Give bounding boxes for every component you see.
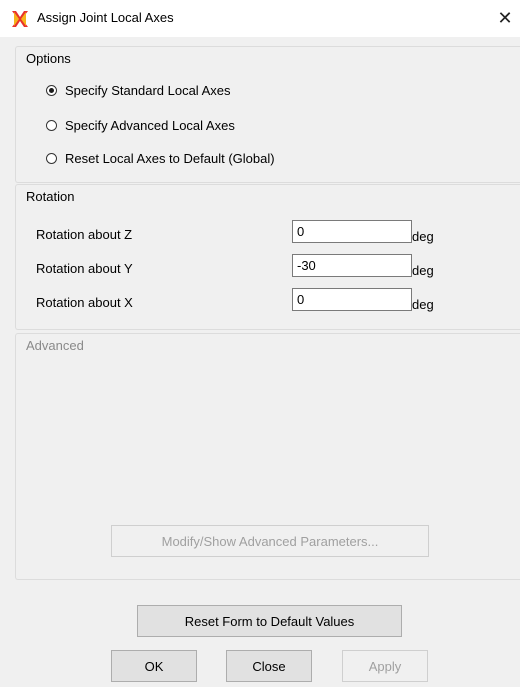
close-button[interactable]: Close <box>226 650 312 682</box>
app-logo-icon <box>12 11 28 27</box>
advanced-group: Advanced Modify/Show Advanced Parameters… <box>15 333 520 580</box>
close-window-button[interactable]: ✕ <box>494 6 516 30</box>
window-title: Assign Joint Local Axes <box>37 10 174 25</box>
radio-label: Specify Standard Local Axes <box>65 82 231 98</box>
rotation-y-input[interactable] <box>292 254 412 277</box>
advanced-group-label: Advanced <box>26 338 84 353</box>
title-bar: Assign Joint Local Axes ✕ <box>0 0 520 37</box>
rotation-group: Rotation Rotation about Z deg Rotation a… <box>15 184 520 330</box>
radio-reset-local-axes[interactable]: Reset Local Axes to Default (Global) <box>46 148 275 168</box>
modify-advanced-parameters-button[interactable]: Modify/Show Advanced Parameters... <box>111 525 429 557</box>
dialog-body: Options Specify Standard Local Axes Spec… <box>0 37 520 687</box>
radio-button[interactable] <box>46 119 57 131</box>
rotation-x-unit: deg <box>412 297 434 312</box>
ok-button[interactable]: OK <box>111 650 197 682</box>
radio-button-selected[interactable] <box>46 84 57 96</box>
radio-label: Reset Local Axes to Default (Global) <box>65 150 275 166</box>
rotation-z-unit: deg <box>412 229 434 244</box>
rotation-z-input[interactable] <box>292 220 412 243</box>
rotation-group-label: Rotation <box>26 189 75 204</box>
radio-advanced-local-axes[interactable]: Specify Advanced Local Axes <box>46 115 235 135</box>
rotation-x-label: Rotation about X <box>36 295 133 310</box>
rotation-x-row: Rotation about X deg <box>36 288 456 312</box>
rotation-x-input[interactable] <box>292 288 412 311</box>
options-group: Options Specify Standard Local Axes Spec… <box>15 46 520 183</box>
reset-form-button[interactable]: Reset Form to Default Values <box>137 605 402 637</box>
radio-button[interactable] <box>46 152 57 164</box>
radio-standard-local-axes[interactable]: Specify Standard Local Axes <box>46 80 231 100</box>
radio-label: Specify Advanced Local Axes <box>65 117 235 133</box>
rotation-z-row: Rotation about Z deg <box>36 220 456 244</box>
rotation-y-unit: deg <box>412 263 434 278</box>
options-group-label: Options <box>26 51 71 66</box>
rotation-z-label: Rotation about Z <box>36 227 133 242</box>
rotation-y-row: Rotation about Y deg <box>36 254 456 278</box>
apply-button[interactable]: Apply <box>342 650 428 682</box>
rotation-y-label: Rotation about Y <box>36 261 133 276</box>
